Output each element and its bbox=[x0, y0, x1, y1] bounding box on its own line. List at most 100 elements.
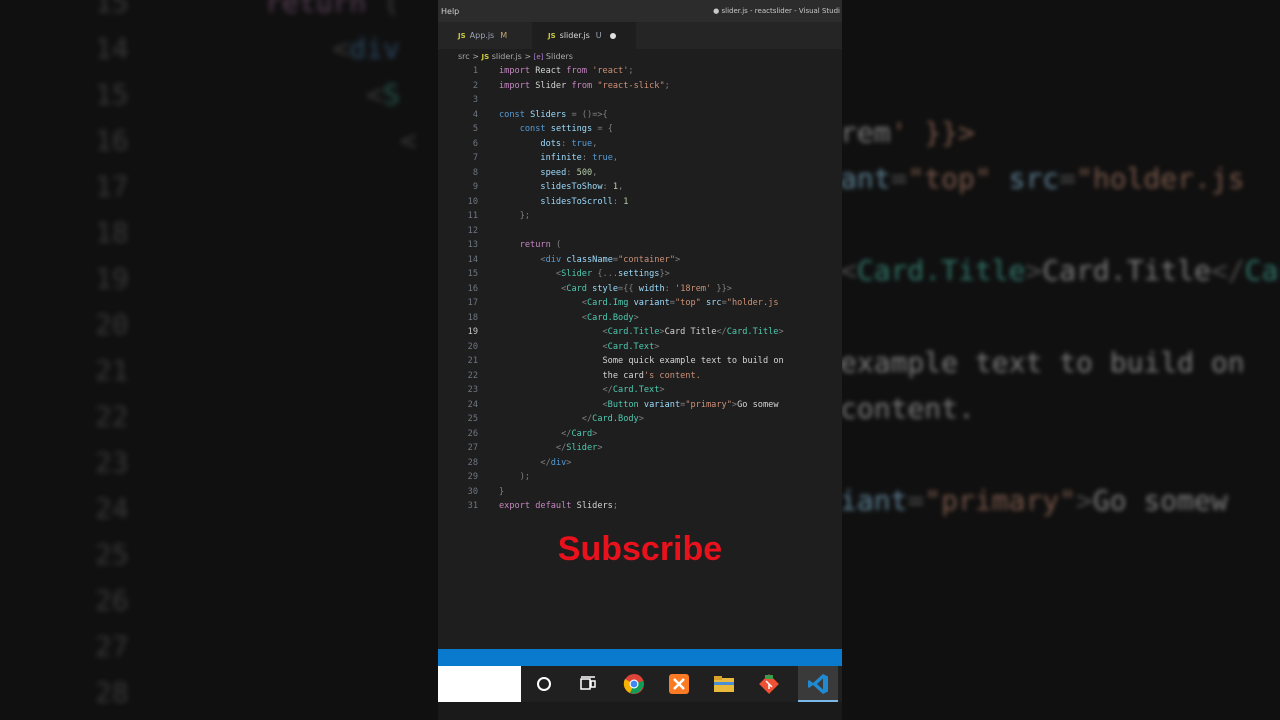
code-line[interactable]: 30} bbox=[438, 485, 842, 500]
code-text[interactable]: </Slider> bbox=[499, 441, 603, 456]
code-text[interactable]: export default Sliders; bbox=[499, 499, 618, 514]
code-line[interactable]: 2 import Slider from "react-slick"; bbox=[438, 79, 842, 94]
code-text[interactable]: slidesToScroll: 1 bbox=[499, 195, 628, 210]
code-line[interactable]: 20 <Card.Text> bbox=[438, 340, 842, 355]
code-line[interactable]: 10 slidesToScroll: 1 bbox=[438, 195, 842, 210]
unsaved-dot-icon[interactable] bbox=[609, 32, 616, 39]
code-text[interactable]: dots: true, bbox=[499, 137, 597, 152]
code-text[interactable]: <div className="container"> bbox=[499, 253, 680, 268]
code-line[interactable]: 23 </Card.Text> bbox=[438, 383, 842, 398]
code-line[interactable]: 28 </div> bbox=[438, 456, 842, 471]
code-line[interactable]: 1 import React from 'react'; bbox=[438, 64, 842, 79]
code-line[interactable]: 27 </Slider> bbox=[438, 441, 842, 456]
code-line[interactable]: 16 <Card style={{ width: '18rem' }}> bbox=[438, 282, 842, 297]
code-line[interactable]: 5 const settings = { bbox=[438, 122, 842, 137]
code-text[interactable]: <Card style={{ width: '18rem' }}> bbox=[499, 282, 732, 297]
code-line[interactable]: 25 </Card.Body> bbox=[438, 412, 842, 427]
code-text[interactable]: </div> bbox=[499, 456, 571, 471]
line-number: 10 bbox=[467, 196, 478, 207]
background-line-number: 27 bbox=[95, 630, 129, 663]
code-line[interactable]: 3 bbox=[438, 93, 842, 108]
code-line[interactable]: 8 speed: 500, bbox=[438, 166, 842, 181]
code-line[interactable]: 29 ); bbox=[438, 470, 842, 485]
code-text[interactable]: Some quick example text to build on bbox=[499, 354, 783, 369]
code-line[interactable]: 17 <Card.Img variant="top" src="holder.j… bbox=[438, 296, 842, 311]
code-text[interactable]: import React from 'react'; bbox=[499, 64, 634, 79]
code-line[interactable]: 24 <Button variant="primary">Go somew bbox=[438, 398, 842, 413]
code-text[interactable]: the card's content. bbox=[499, 369, 700, 384]
menu-help[interactable]: Help bbox=[441, 7, 459, 16]
code-line[interactable]: 18 <Card.Body> bbox=[438, 311, 842, 326]
cortana-icon[interactable] bbox=[532, 672, 556, 696]
code-text[interactable]: const Sliders = ()=>{ bbox=[499, 108, 608, 123]
chrome-icon[interactable] bbox=[622, 672, 646, 696]
line-number: 19 bbox=[467, 327, 478, 337]
code-line[interactable]: 6 dots: true, bbox=[438, 137, 842, 152]
code-line[interactable]: 21 Some quick example text to build on bbox=[438, 354, 842, 369]
line-number: 12 bbox=[467, 225, 478, 236]
code-text[interactable]: infinite: true, bbox=[499, 151, 618, 166]
code-editor[interactable]: 1 import React from 'react'; 2 import Slide… bbox=[438, 64, 842, 514]
code-text[interactable]: <Button variant="primary">Go somew bbox=[499, 398, 778, 413]
code-text[interactable]: } bbox=[499, 485, 504, 500]
code-text[interactable]: const settings = { bbox=[499, 122, 613, 137]
git-icon[interactable] bbox=[757, 672, 781, 696]
background-line-number: 22 bbox=[95, 400, 129, 433]
background-code-line: ant="top" src="holder.js bbox=[840, 162, 1245, 195]
background-line-number: 23 bbox=[95, 446, 129, 479]
task-view-icon[interactable] bbox=[576, 672, 600, 696]
background-code-line bbox=[840, 294, 1280, 340]
title-bar: Help ● slider.js - reactslider - Visual … bbox=[438, 0, 842, 22]
code-text[interactable]: <Card.Body> bbox=[499, 311, 639, 326]
background-code-left: return ( <div <S < bbox=[265, 0, 417, 164]
code-text[interactable]: </Card> bbox=[499, 427, 597, 442]
code-line[interactable]: 26 </Card> bbox=[438, 427, 842, 442]
line-number: 16 bbox=[467, 283, 478, 294]
line-number: 14 bbox=[467, 254, 478, 265]
breadcrumb-file[interactable]: slider.js bbox=[492, 52, 522, 61]
code-text[interactable]: slidesToShow: 1, bbox=[499, 180, 623, 195]
code-text[interactable]: <Card.Text> bbox=[499, 340, 659, 355]
tab-slider-js[interactable]: JS slider.js U bbox=[532, 22, 636, 49]
code-line[interactable]: 11 }; bbox=[438, 209, 842, 224]
code-text[interactable]: <Card.Img variant="top" src="holder.js bbox=[499, 296, 779, 311]
code-line[interactable]: 19 <Card.Title>Card Title</Card.Title> bbox=[438, 325, 842, 340]
code-line[interactable]: 31 export default Sliders; bbox=[438, 499, 842, 514]
code-text[interactable]: <Card.Title>Card Title</Card.Title> bbox=[499, 325, 783, 340]
tab-app-js[interactable]: JS App.js M bbox=[438, 22, 526, 49]
code-text[interactable]: }; bbox=[499, 209, 530, 224]
status-bar bbox=[438, 649, 842, 666]
taskbar-search-box[interactable] bbox=[438, 666, 521, 702]
window-title: ● slider.js - reactslider - Visual Studi bbox=[713, 7, 840, 15]
xampp-icon[interactable] bbox=[667, 672, 691, 696]
code-text[interactable]: ); bbox=[499, 470, 530, 485]
js-file-icon: JS bbox=[458, 32, 466, 40]
vscode-icon[interactable] bbox=[806, 672, 830, 696]
code-line[interactable]: 13 return ( bbox=[438, 238, 842, 253]
background-code-line: <div bbox=[332, 32, 400, 65]
background-code-line bbox=[840, 432, 1280, 478]
line-number: 23 bbox=[467, 385, 478, 395]
code-line[interactable]: 15 <Slider {...settings}> bbox=[438, 267, 842, 282]
code-line[interactable]: 4 const Sliders = ()=>{ bbox=[438, 108, 842, 123]
background-code-line: < bbox=[399, 124, 417, 157]
code-text[interactable]: speed: 500, bbox=[499, 166, 597, 181]
code-text[interactable]: import Slider from "react-slick"; bbox=[499, 79, 670, 94]
breadcrumb-symbol[interactable]: Sliders bbox=[546, 52, 573, 61]
code-text[interactable]: <Slider {...settings}> bbox=[499, 267, 670, 282]
line-number: 30 bbox=[467, 486, 478, 497]
file-explorer-icon[interactable] bbox=[712, 672, 736, 696]
code-line[interactable]: 14 <div className="container"> bbox=[438, 253, 842, 268]
background-line-number: 25 bbox=[95, 538, 129, 571]
code-line[interactable]: 22 the card's content. bbox=[438, 369, 842, 384]
video-frame: Help ● slider.js - reactslider - Visual … bbox=[438, 0, 842, 720]
line-number: 26 bbox=[467, 428, 478, 439]
background-line-number: 14 bbox=[95, 32, 129, 65]
code-text[interactable]: </Card.Body> bbox=[499, 412, 644, 427]
code-line[interactable]: 9 slidesToShow: 1, bbox=[438, 180, 842, 195]
code-text[interactable]: return ( bbox=[499, 238, 561, 253]
code-line[interactable]: 12 bbox=[438, 224, 842, 239]
code-line[interactable]: 7 infinite: true, bbox=[438, 151, 842, 166]
code-text[interactable]: </Card.Text> bbox=[499, 383, 664, 398]
breadcrumb-folder[interactable]: src bbox=[458, 52, 470, 61]
